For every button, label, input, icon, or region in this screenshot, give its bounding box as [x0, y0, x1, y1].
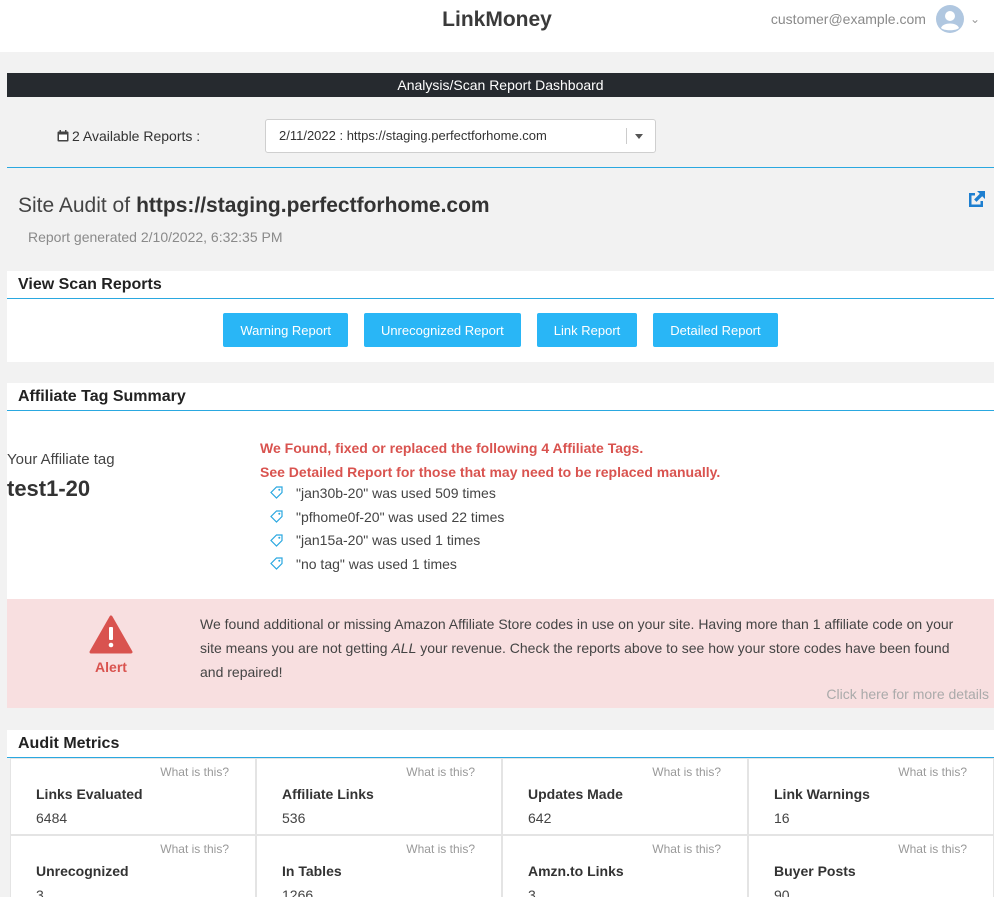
scan-reports-panel: View Scan Reports Warning Report Unrecog…: [7, 271, 994, 362]
caret-down-icon[interactable]: [635, 134, 643, 139]
site-audit-title: Site Audit of https://staging.perfectforh…: [18, 194, 490, 218]
reports-row: 2 Available Reports : 2/11/2022 : https:…: [7, 110, 994, 168]
report-select[interactable]: 2/11/2022 : https://staging.perfectforho…: [265, 119, 656, 153]
site-audit-prefix: Site Audit of: [18, 194, 131, 217]
what-is-this-link[interactable]: What is this?: [898, 842, 967, 856]
site-audit-url: https://staging.perfectforhome.com: [136, 194, 490, 217]
metric-card-link-warnings: What is this? Link Warnings 16: [748, 758, 994, 835]
what-is-this-link[interactable]: What is this?: [160, 765, 229, 779]
link-report-button[interactable]: Link Report: [536, 313, 638, 347]
warning-report-button[interactable]: Warning Report: [223, 313, 348, 347]
warning-triangle-icon: [89, 615, 133, 654]
tag-usage-text: "no tag" was used 1 times: [296, 555, 457, 572]
what-is-this-link[interactable]: What is this?: [898, 765, 967, 779]
metric-value: 1266: [282, 887, 314, 897]
scan-report-buttons: Warning Report Unrecognized Report Link …: [7, 313, 994, 347]
select-separator: [626, 128, 627, 144]
top-bar: LinkMoney customer@example.com ⌄: [0, 0, 994, 52]
affiliate-tag-label: Your Affiliate tag: [7, 451, 115, 468]
metric-card-links-evaluated: What is this? Links Evaluated 6484: [10, 758, 256, 835]
metric-name: In Tables: [282, 863, 342, 879]
metric-value: 3: [528, 887, 536, 897]
tag-icon: [270, 534, 283, 547]
more-details-link[interactable]: Click here for more details: [826, 686, 989, 702]
metric-name: Updates Made: [528, 786, 623, 802]
metric-name: Amzn.to Links: [528, 863, 624, 879]
user-menu[interactable]: customer@example.com ⌄: [771, 5, 980, 33]
metric-name: Link Warnings: [774, 786, 870, 802]
metric-card-in-tables: What is this? In Tables 1266: [256, 835, 502, 897]
affiliate-tag-value: test1-20: [7, 476, 91, 501]
tag-usage-text: "jan30b-20" was used 509 times: [296, 484, 496, 501]
user-email[interactable]: customer@example.com: [771, 11, 926, 27]
what-is-this-link[interactable]: What is this?: [652, 765, 721, 779]
dashboard-title-bar: Analysis/Scan Report Dashboard: [7, 73, 994, 97]
metric-name: Links Evaluated: [36, 786, 143, 802]
unrecognized-report-button[interactable]: Unrecognized Report: [363, 313, 521, 347]
chevron-down-icon[interactable]: ⌄: [970, 12, 980, 26]
external-link-icon[interactable]: [966, 189, 987, 210]
calendar-icon: [57, 130, 69, 142]
metric-name: Buyer Posts: [774, 863, 856, 879]
metric-value: 6484: [36, 810, 68, 826]
metric-value: 642: [528, 810, 552, 826]
detailed-report-button[interactable]: Detailed Report: [653, 313, 778, 347]
scan-reports-heading: View Scan Reports: [7, 271, 994, 299]
list-item: "pfhome0f-20" was used 22 times: [270, 505, 504, 529]
report-generated: Report generated 2/10/2022, 6:32:35 PM: [28, 229, 283, 245]
tag-usage-text: "jan15a-20" was used 1 times: [296, 532, 481, 549]
alert-label: Alert: [95, 659, 127, 675]
report-select-value: 2/11/2022 : https://staging.perfectforho…: [279, 128, 547, 143]
available-reports-text: 2 Available Reports :: [72, 128, 201, 144]
what-is-this-link[interactable]: What is this?: [652, 842, 721, 856]
tag-usage-text: "pfhome0f-20" was used 22 times: [296, 508, 505, 525]
metric-value: 90: [774, 887, 790, 897]
alert-box: Alert We found additional or missing Ama…: [7, 599, 994, 708]
metric-value: 3: [36, 887, 44, 897]
list-item: "jan30b-20" was used 509 times: [270, 481, 504, 505]
alert-text-emphasis: ALL: [391, 640, 417, 656]
affiliate-summary-heading: Affiliate Tag Summary: [7, 383, 994, 411]
what-is-this-link[interactable]: What is this?: [160, 842, 229, 856]
alert-message: We found additional or missing Amazon Af…: [200, 612, 960, 684]
list-item: "no tag" was used 1 times: [270, 552, 504, 576]
metric-card-unrecognized: What is this? Unrecognized 3: [10, 835, 256, 897]
metric-card-amzn-to-links: What is this? Amzn.to Links 3: [502, 835, 748, 897]
metric-name: Affiliate Links: [282, 786, 374, 802]
available-reports-label: 2 Available Reports :: [57, 128, 200, 144]
user-avatar-icon[interactable]: [935, 5, 964, 33]
found-tags-line-1: We Found, fixed or replaced the followin…: [260, 440, 644, 456]
tag-icon: [270, 486, 283, 500]
list-item: "jan15a-20" was used 1 times: [270, 528, 504, 552]
affiliate-summary-panel: Affiliate Tag Summary Your Affiliate tag…: [7, 383, 994, 708]
metric-value: 536: [282, 810, 306, 826]
found-tags-message: We Found, fixed or replaced the followin…: [260, 436, 720, 484]
found-tags-list: "jan30b-20" was used 509 times "pfhome0f…: [270, 481, 504, 576]
metric-card-affiliate-links: What is this? Affiliate Links 536: [256, 758, 502, 835]
metric-name: Unrecognized: [36, 863, 129, 879]
audit-metrics-heading: Audit Metrics: [7, 730, 994, 758]
metric-card-updates-made: What is this? Updates Made 642: [502, 758, 748, 835]
tag-icon: [270, 557, 283, 571]
tag-icon: [270, 510, 283, 523]
what-is-this-link[interactable]: What is this?: [406, 842, 475, 856]
metric-card-buyer-posts: What is this? Buyer Posts 90: [748, 835, 994, 897]
metric-value: 16: [774, 810, 790, 826]
what-is-this-link[interactable]: What is this?: [406, 765, 475, 779]
